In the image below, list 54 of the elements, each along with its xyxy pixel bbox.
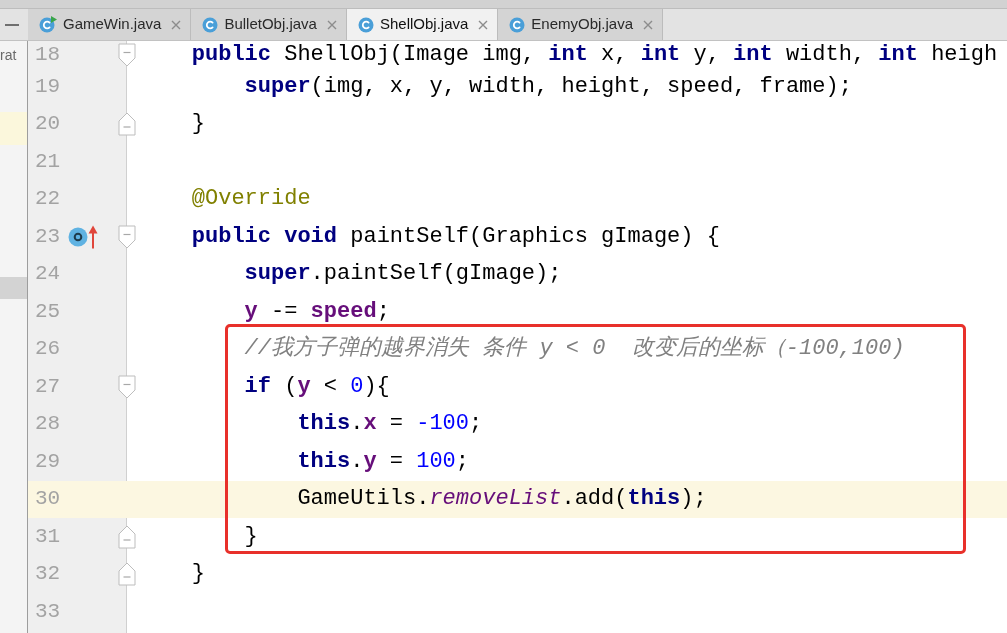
line-number: 19 — [35, 74, 61, 99]
code-line: } — [191, 561, 205, 588]
fold-icon[interactable] — [118, 42, 136, 67]
close-icon[interactable] — [478, 19, 489, 30]
minimize-icon[interactable] — [5, 23, 19, 26]
editor-tab[interactable]: ShellObj.java — [346, 9, 499, 40]
line-number: 18 — [35, 42, 61, 67]
line-number: 26 — [35, 337, 61, 362]
class-run-icon — [39, 16, 57, 33]
fold-icon[interactable] — [118, 562, 136, 587]
code-line: //我方子弹的越界消失 条件 y < 0 改变后的坐标（-100,100) — [244, 336, 905, 363]
editor-tab[interactable]: EnemyObj.java — [498, 9, 664, 40]
line-number: 24 — [35, 262, 61, 287]
fold-icon[interactable] — [118, 374, 136, 399]
line-number: 32 — [35, 562, 61, 587]
code-line: public void paintSelf(Graphics gImage) { — [191, 223, 720, 250]
close-icon[interactable] — [643, 19, 654, 30]
code-line: GameUtils.removeList.add(this); — [297, 486, 707, 513]
editor-tab[interactable]: GameWin.java — [28, 9, 192, 40]
close-icon[interactable] — [326, 19, 337, 30]
fold-icon[interactable] — [118, 524, 136, 549]
line-number: 31 — [35, 524, 61, 549]
code-line: @Override — [191, 186, 311, 213]
close-icon[interactable] — [171, 19, 182, 30]
fold-icon[interactable] — [118, 112, 136, 137]
line-number: 29 — [35, 449, 61, 474]
code-line: this.y = 100; — [297, 448, 470, 475]
fold-icon[interactable] — [118, 224, 136, 249]
selected-row — [0, 277, 27, 299]
up-arrow-icon[interactable] — [88, 224, 99, 249]
code-line: public ShellObj(Image img, int x, int y, int width, int heigh — [191, 41, 998, 68]
line-number: 20 — [35, 112, 61, 137]
editor-tab[interactable]: BulletObj.java — [191, 9, 347, 40]
class-icon — [509, 16, 526, 33]
line-number: 28 — [35, 412, 61, 437]
line-number: 33 — [35, 599, 61, 624]
line-number: 22 — [35, 187, 61, 212]
line-number: 23 — [35, 224, 61, 249]
class-icon — [202, 16, 219, 33]
code-line: } — [244, 523, 258, 550]
ring-marker-icon[interactable] — [68, 226, 89, 247]
line-number: 30 — [35, 487, 61, 512]
line-number: 21 — [35, 149, 61, 174]
project-tree-item[interactable]: rat — [0, 41, 17, 64]
code-line: } — [191, 111, 205, 138]
line-number: 27 — [35, 374, 61, 399]
code-line: y -= speed; — [244, 298, 390, 325]
code-line: super(img, x, y, width, height, speed, frame); — [244, 73, 852, 100]
line-number: 25 — [35, 299, 61, 324]
class-icon — [357, 16, 374, 33]
code-line: this.x = -100; — [297, 411, 483, 438]
code-line: super.paintSelf(gImage); — [244, 261, 562, 288]
code-line: if (y < 0){ — [244, 373, 390, 400]
highlighted-row — [0, 112, 27, 145]
